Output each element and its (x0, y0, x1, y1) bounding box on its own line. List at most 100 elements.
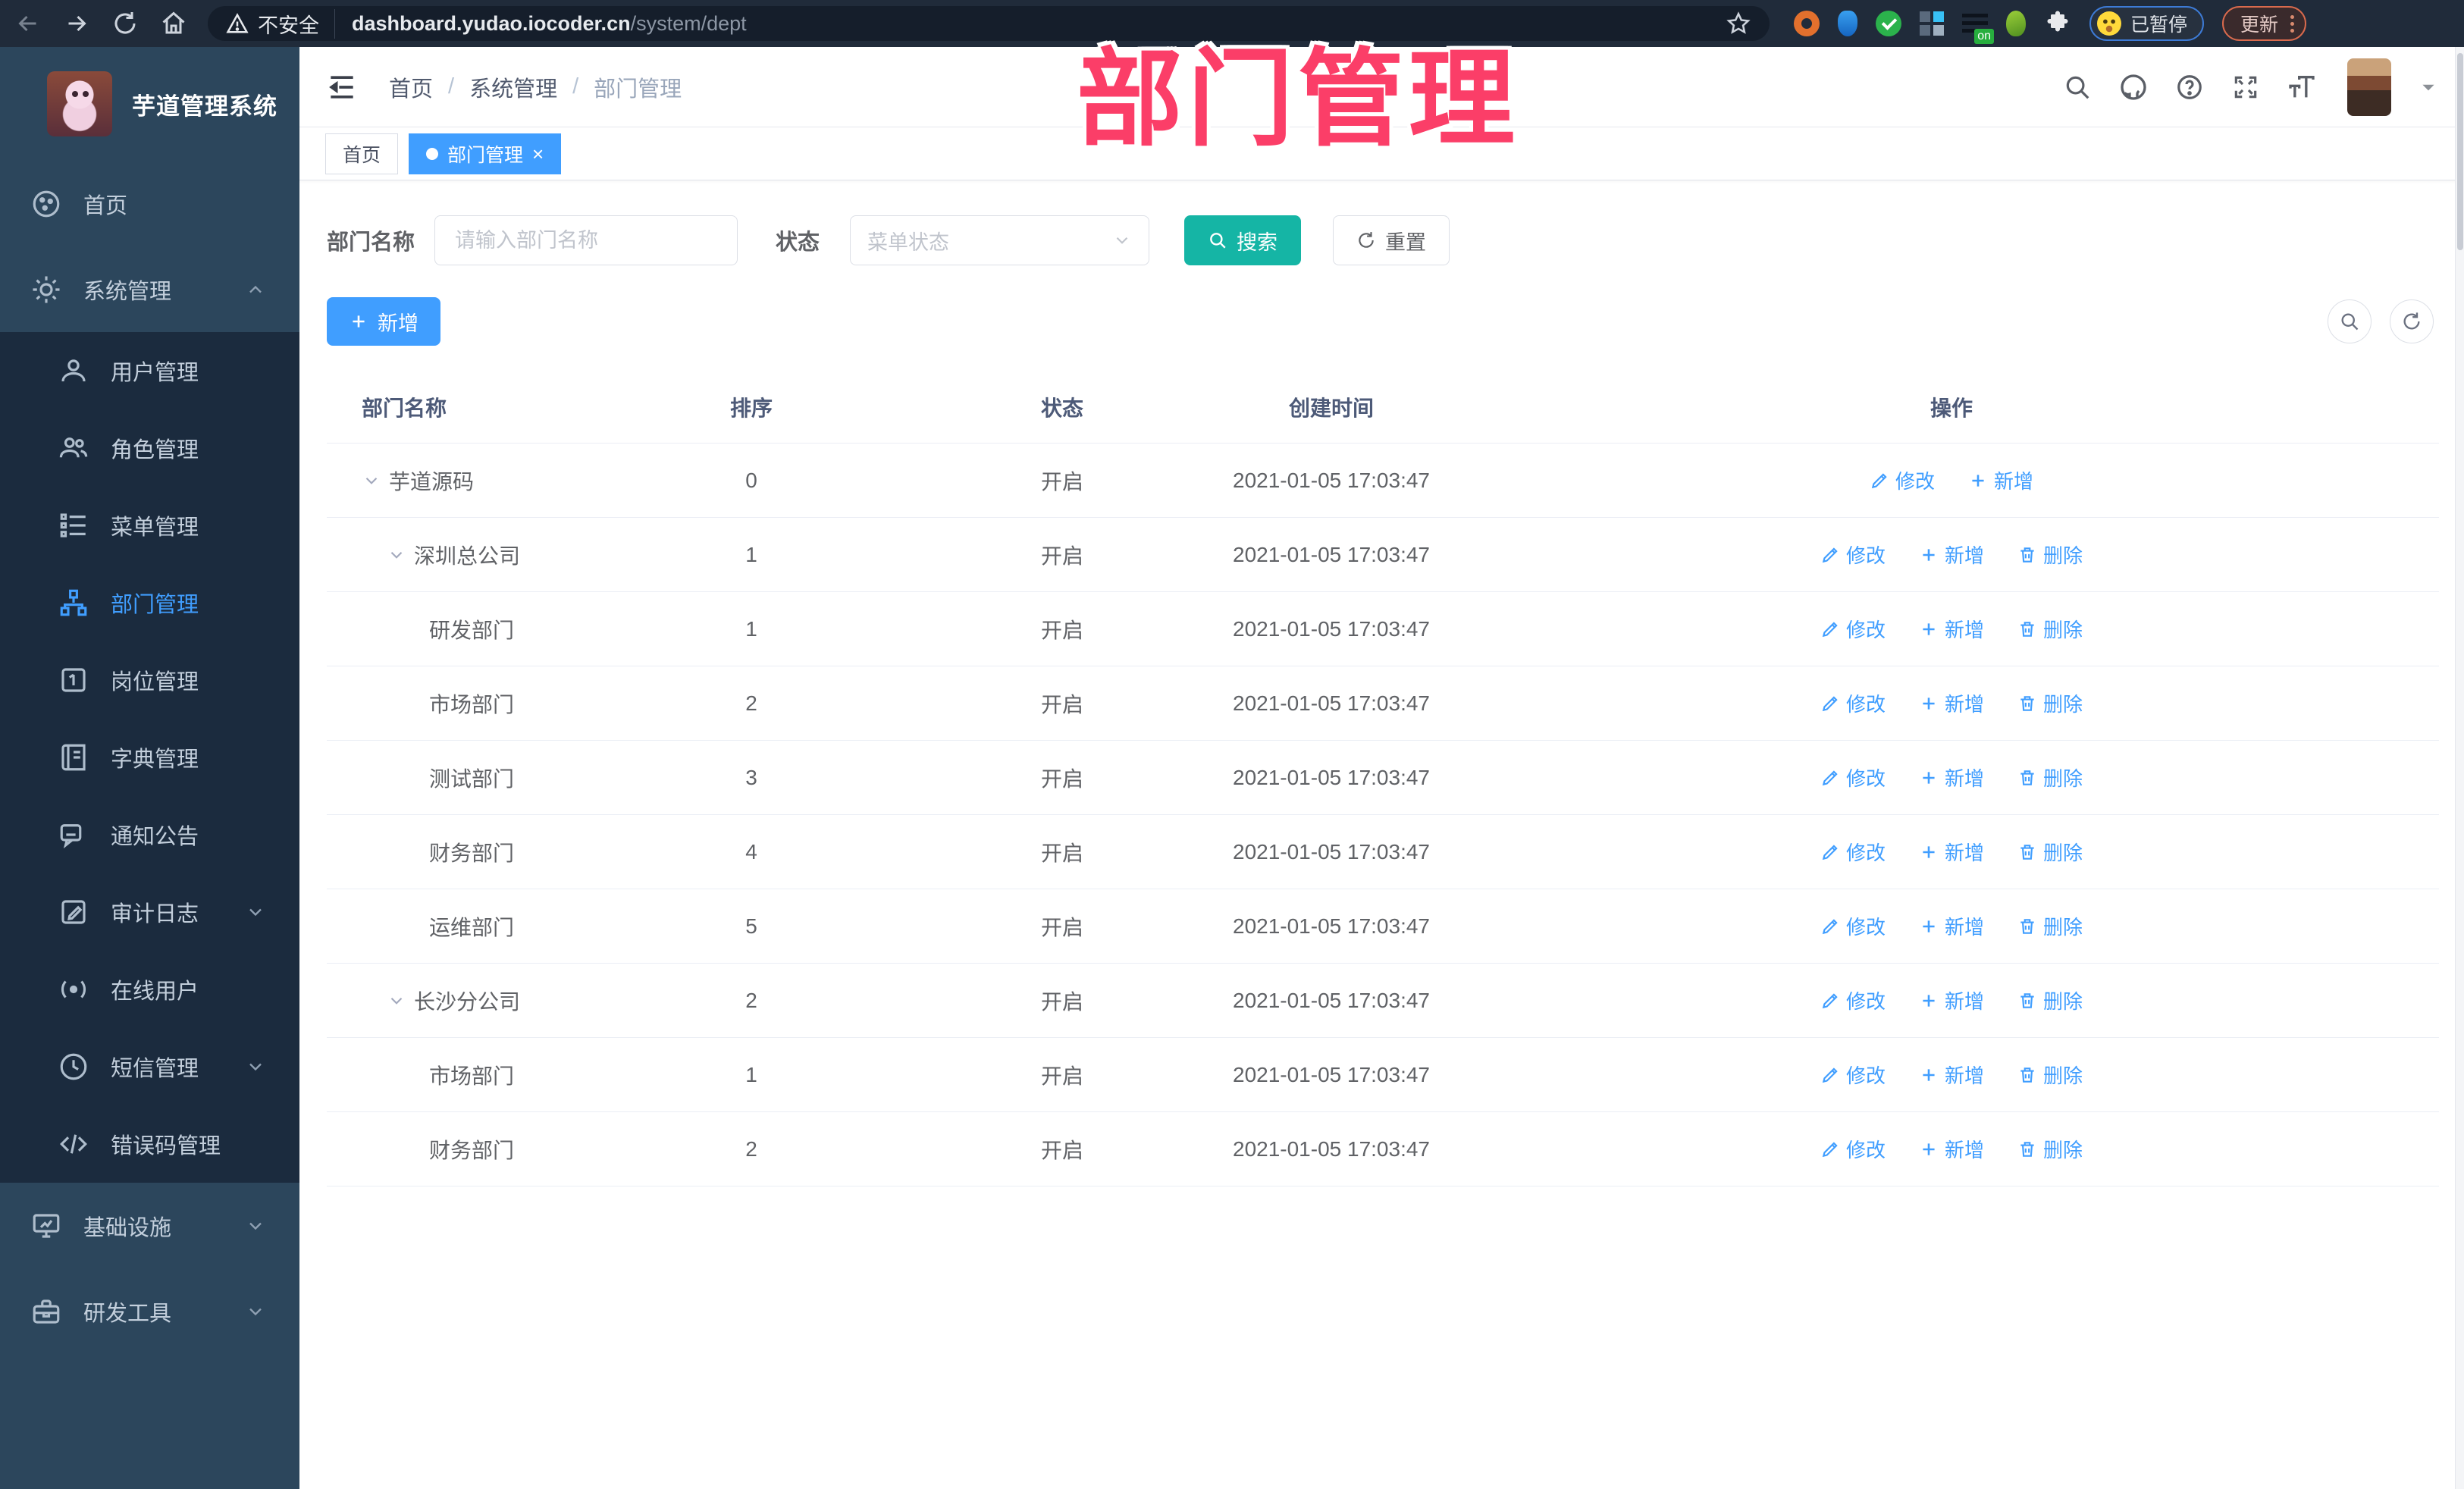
edit-action-link[interactable]: 修改 (1820, 986, 1886, 1014)
edit-action-link[interactable]: 修改 (1820, 838, 1886, 866)
delete-action-link[interactable]: 删除 (2017, 1135, 2083, 1163)
tab-close-icon[interactable]: × (532, 144, 544, 164)
bookmark-star-icon[interactable] (1726, 11, 1751, 36)
delete-action-link[interactable]: 删除 (2017, 838, 2083, 866)
extension-list-icon[interactable]: on (1962, 12, 1994, 44)
delete-action-link[interactable]: 删除 (2017, 912, 2083, 940)
plus-action-link[interactable]: 新增 (1919, 986, 1984, 1014)
sidebar-item-system[interactable]: 系统管理 (0, 246, 299, 332)
fullscreen-icon[interactable] (2230, 72, 2261, 102)
row-expand-icon[interactable] (362, 471, 389, 491)
extension-drop-icon[interactable] (1838, 11, 1857, 36)
delete-action-link[interactable]: 删除 (2017, 763, 2083, 792)
status-select[interactable]: 菜单状态 (850, 215, 1150, 265)
sidebar-item-infra[interactable]: 基础设施 (0, 1183, 299, 1268)
status-cell: 开启 (1040, 989, 1083, 1014)
search-icon[interactable] (2062, 72, 2093, 102)
browser-back-icon[interactable] (14, 9, 42, 38)
browser-reload-icon[interactable] (111, 9, 140, 38)
sidebar-item-post[interactable]: 岗位管理 (0, 641, 299, 719)
sidebar-item-error-code[interactable]: 错误码管理 (0, 1105, 299, 1183)
delete-action-link[interactable]: 删除 (2017, 1061, 2083, 1089)
help-icon[interactable] (2174, 72, 2205, 102)
github-icon[interactable] (2118, 72, 2149, 102)
row-expand-icon[interactable] (387, 545, 414, 565)
sidebar-collapse-icon[interactable] (325, 71, 359, 104)
add-button[interactable]: 新增 (327, 297, 440, 346)
code-icon (56, 1127, 91, 1161)
sidebar-item-menus[interactable]: 菜单管理 (0, 487, 299, 564)
reset-button[interactable]: 重置 (1333, 215, 1450, 265)
plus-action-link[interactable]: 新增 (1919, 838, 1984, 866)
sidebar-item-devtools[interactable]: 研发工具 (0, 1268, 299, 1354)
plus-action-link[interactable]: 新增 (1919, 912, 1984, 940)
plus-action-link[interactable]: 新增 (1919, 615, 1984, 643)
breadcrumb-home[interactable]: 首页 (389, 71, 433, 103)
delete-action-link[interactable]: 删除 (2017, 615, 2083, 643)
sidebar-logo-row[interactable]: 芋道管理系统 (0, 47, 299, 161)
edit-action-link[interactable]: 修改 (1820, 1135, 1886, 1163)
edit-action-link[interactable]: 修改 (1870, 466, 1935, 494)
plus-action-link[interactable]: 新增 (1968, 466, 2033, 494)
address-bar[interactable]: 不安全 dashboard.yudao.iocoder.cn/system/de… (208, 6, 1770, 41)
sidebar-item-users[interactable]: 用户管理 (0, 332, 299, 409)
sort-cell: 1 (745, 542, 757, 566)
edit-action-link[interactable]: 修改 (1820, 912, 1886, 940)
show-search-toggle-button[interactable] (2328, 299, 2372, 343)
sidebar-item-home[interactable]: 首页 (0, 161, 299, 246)
delete-action-link[interactable]: 删除 (2017, 541, 2083, 569)
plus-action-link[interactable]: 新增 (1919, 1135, 1984, 1163)
plus-action-link[interactable]: 新增 (1919, 541, 1984, 569)
edit-action-link[interactable]: 修改 (1820, 541, 1886, 569)
tab-home[interactable]: 首页 (325, 133, 399, 174)
sidebar-item-audit-log[interactable]: 审计日志 (0, 873, 299, 951)
extension-grid-icon[interactable] (1920, 11, 1944, 36)
actions-cell: 修改 新增 删除 (1464, 1135, 2439, 1163)
url-text: dashboard.yudao.iocoder.cn/system/dept (352, 12, 747, 36)
sidebar-item-roles[interactable]: 角色管理 (0, 409, 299, 487)
dept-name-label: 部门名称 (327, 230, 415, 255)
plus-action-link[interactable]: 新增 (1919, 763, 1984, 792)
search-button[interactable]: 搜索 (1184, 215, 1302, 265)
security-chip[interactable]: 不安全 (226, 8, 335, 39)
user-avatar[interactable] (2347, 58, 2391, 116)
row-expand-icon[interactable] (387, 991, 414, 1011)
sidebar-item-dict[interactable]: 字典管理 (0, 719, 299, 796)
col-header-sort: 排序 (729, 397, 773, 420)
tab-dept[interactable]: 部门管理 × (409, 133, 562, 174)
extension-check-icon[interactable] (1876, 11, 1901, 36)
edit-action-link[interactable]: 修改 (1820, 689, 1886, 717)
edit-action-link[interactable]: 修改 (1820, 615, 1886, 643)
window-scrollbar[interactable] (2455, 47, 2464, 1489)
browser-profile-chip[interactable]: 已暂停 (2089, 6, 2205, 41)
scrollbar-thumb[interactable] (2457, 53, 2463, 250)
plus-action-link[interactable]: 新增 (1919, 1061, 1984, 1089)
sidebar-item-online-users[interactable]: 在线用户 (0, 951, 299, 1028)
table-body: 芋道源码 0 开启 2021-01-05 17:03:47 修改 新增 深圳总公司… (327, 444, 2439, 1186)
refresh-table-button[interactable] (2390, 299, 2434, 343)
tab-label: 首页 (343, 144, 381, 166)
sidebar-item-notice[interactable]: 通知公告 (0, 796, 299, 873)
dept-name-input[interactable] (434, 215, 738, 265)
browser-update-button[interactable]: 更新 (2222, 6, 2307, 41)
table-row: 研发部门 1 开启 2021-01-05 17:03:47 修改 新增 删除 (327, 592, 2439, 666)
edit-action-link[interactable]: 修改 (1820, 763, 1886, 792)
sidebar-item-sms[interactable]: 短信管理 (0, 1028, 299, 1105)
browser-forward-icon[interactable] (62, 9, 91, 38)
breadcrumb-system[interactable]: 系统管理 (469, 71, 557, 103)
edit-action-link[interactable]: 修改 (1820, 1061, 1886, 1089)
sidebar-item-dept[interactable]: 部门管理 (0, 564, 299, 641)
delete-action-link[interactable]: 删除 (2017, 986, 2083, 1014)
extensions-puzzle-icon[interactable] (2044, 10, 2071, 37)
font-size-icon[interactable] (2287, 72, 2317, 102)
browser-menu-kebab-icon[interactable] (2290, 14, 2295, 33)
extension-sprout-icon[interactable] (2006, 11, 2026, 36)
extension-gear-icon[interactable] (1794, 11, 1820, 36)
dept-name-cell: 研发部门 (429, 618, 515, 642)
status-cell: 开启 (1040, 766, 1083, 791)
avatar-caret-down-icon[interactable] (2419, 77, 2438, 97)
delete-action-link[interactable]: 删除 (2017, 689, 2083, 717)
browser-home-icon[interactable] (159, 9, 188, 38)
plus-action-link[interactable]: 新增 (1919, 689, 1984, 717)
sort-cell: 4 (745, 839, 757, 864)
